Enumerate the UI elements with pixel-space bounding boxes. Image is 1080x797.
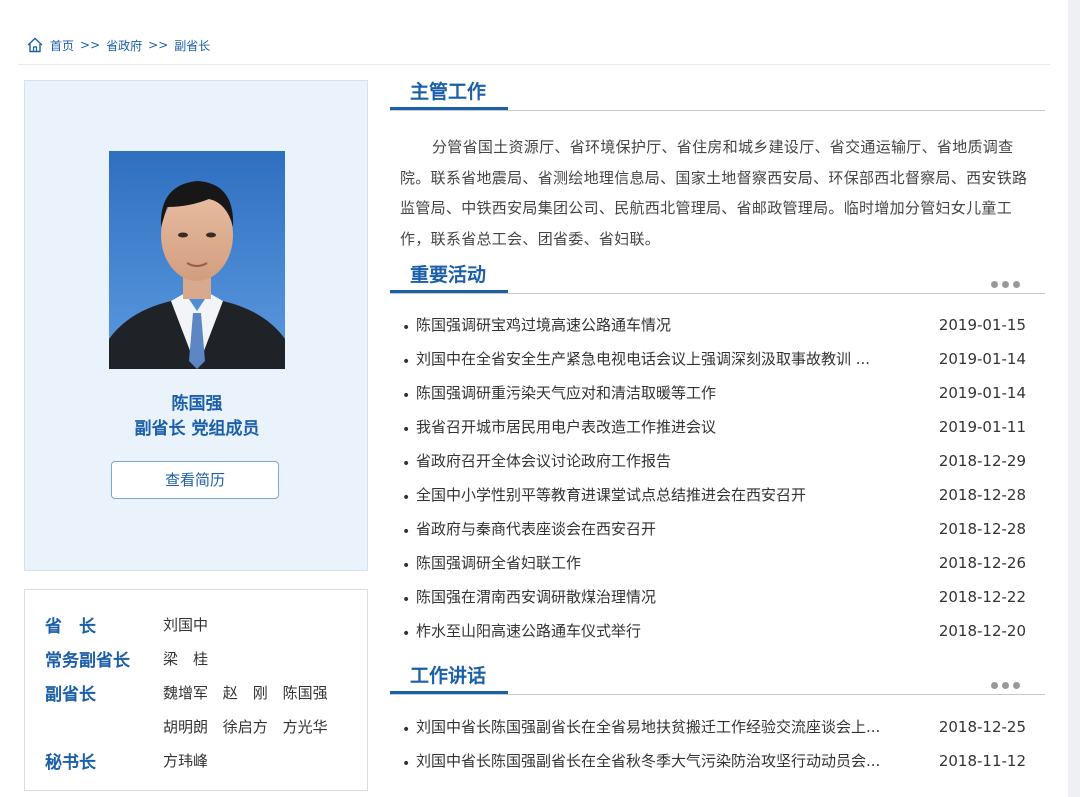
news-date: 2018-12-25: [938, 718, 1026, 736]
duty-section-header: 主管工作: [390, 78, 1045, 111]
speeches-heading: 工作讲话: [390, 662, 508, 694]
news-date: 2019-01-11: [938, 418, 1026, 436]
news-date: 2018-12-29: [938, 452, 1026, 470]
news-title-link[interactable]: 陈国强调研宝鸡过境高速公路通车情况: [416, 314, 671, 335]
leader-name-link[interactable]: 魏增军: [163, 684, 208, 702]
activities-heading: 重要活动: [390, 261, 508, 293]
breadcrumb-gov-link[interactable]: 省政府: [106, 37, 142, 54]
news-date: 2019-01-15: [938, 316, 1026, 334]
list-item[interactable]: • 陈国强调研宝鸡过境高速公路通车情况 2019-01-15: [402, 314, 1042, 348]
news-date: 2018-12-22: [938, 588, 1026, 606]
breadcrumb-current-link[interactable]: 副省长: [174, 37, 210, 54]
news-title-link[interactable]: 省政府与秦商代表座谈会在西安召开: [416, 518, 656, 539]
news-date: 2019-01-14: [938, 350, 1026, 368]
leader-names: 魏增军 赵 刚 陈国强: [163, 682, 338, 703]
news-title-link[interactable]: 刘国中省长陈国强副省长在全省易地扶贫搬迁工作经验交流座谈会上...: [416, 716, 880, 737]
profile-card: 陈国强 副省长 党组成员 查看简历: [24, 80, 368, 571]
leaders-panel: 省 长 刘国中 常务副省长 梁 桂 副省长 魏增军 赵 刚 陈国强 胡明朗 徐启…: [24, 589, 368, 791]
list-item[interactable]: • 刘国中在全省安全生产紧急电视电话会议上强调深刻汲取事故教训 ... 2019…: [402, 348, 1042, 382]
list-item[interactable]: • 陈国强在渭南西安调研散煤治理情况 2018-12-22: [402, 586, 1042, 620]
duty-text: 分管省国土资源厅、省环境保护厅、省住房和城乡建设厅、省交通运输厅、省地质调查院。…: [400, 138, 1028, 248]
more-dots-icon[interactable]: [991, 674, 1027, 689]
leader-names: 梁 桂: [163, 648, 218, 669]
news-title-link[interactable]: 柞水至山阳高速公路通车仪式举行: [416, 620, 641, 641]
leader-role: 秘书长: [45, 752, 96, 773]
bullet-icon: •: [402, 626, 411, 642]
news-title-link[interactable]: 陈国强调研全省妇联工作: [416, 552, 581, 573]
bullet-icon: •: [402, 388, 411, 404]
bullet-icon: •: [402, 422, 411, 438]
duty-heading: 主管工作: [390, 78, 508, 110]
news-title-link[interactable]: 刘国中在全省安全生产紧急电视电话会议上强调深刻汲取事故教训 ...: [416, 348, 870, 369]
bullet-icon: •: [402, 490, 411, 506]
portrait-photo: [109, 151, 285, 369]
more-dots-icon[interactable]: [991, 273, 1027, 288]
news-title-link[interactable]: 省政府召开全体会议讨论政府工作报告: [416, 450, 671, 471]
leader-names: 方玮峰: [163, 750, 218, 771]
breadcrumb-separator: >>: [148, 38, 169, 52]
list-item[interactable]: • 刘国中省长陈国强副省长在全省秋冬季大气污染防治攻坚行动动员会... 2018…: [402, 750, 1042, 784]
leader-name-link[interactable]: 徐启方: [223, 718, 268, 736]
view-resume-button[interactable]: 查看简历: [111, 461, 279, 499]
leader-name-link[interactable]: 梁 桂: [163, 650, 208, 668]
leader-name-link[interactable]: 胡明朗: [163, 718, 208, 736]
leader-name-link[interactable]: 方光华: [283, 718, 328, 736]
leader-name-link[interactable]: 刘国中: [163, 616, 208, 634]
news-title-link[interactable]: 我省召开城市居民用电户表改造工作推进会议: [416, 416, 716, 437]
list-item[interactable]: • 刘国中省长陈国强副省长在全省易地扶贫搬迁工作经验交流座谈会上... 2018…: [402, 716, 1042, 750]
leader-role: 省 长: [45, 616, 96, 637]
profile-name: 陈国强: [171, 394, 223, 414]
leader-names: 胡明朗 徐启方 方光华: [163, 716, 338, 737]
breadcrumb: 首页 >> 省政府 >> 副省长: [26, 34, 210, 56]
bullet-icon: •: [402, 592, 411, 608]
list-item[interactable]: • 我省召开城市居民用电户表改造工作推进会议 2019-01-11: [402, 416, 1042, 450]
news-title-link[interactable]: 全国中小学性别平等教育进课堂试点总结推进会在西安召开: [416, 484, 806, 505]
list-item[interactable]: • 陈国强调研重污染天气应对和清洁取暖等工作 2019-01-14: [402, 382, 1042, 416]
news-date: 2018-12-20: [938, 622, 1026, 640]
activities-section-header: 重要活动: [390, 261, 1045, 294]
news-title-link[interactable]: 刘国中省长陈国强副省长在全省秋冬季大气污染防治攻坚行动动员会...: [416, 750, 880, 771]
bullet-icon: •: [402, 456, 411, 472]
speeches-section-header: 工作讲话: [390, 662, 1045, 695]
home-icon[interactable]: [26, 36, 44, 54]
list-item[interactable]: • 陈国强调研全省妇联工作 2018-12-26: [402, 552, 1042, 586]
breadcrumb-separator: >>: [80, 38, 101, 52]
leader-name-link[interactable]: 方玮峰: [163, 752, 208, 770]
divider: [18, 64, 1050, 65]
list-item[interactable]: • 柞水至山阳高速公路通车仪式举行 2018-12-20: [402, 620, 1042, 654]
leader-role: 常务副省长: [45, 650, 130, 671]
bullet-icon: •: [402, 524, 411, 540]
list-item[interactable]: • 省政府召开全体会议讨论政府工作报告 2018-12-29: [402, 450, 1042, 484]
breadcrumb-home-link[interactable]: 首页: [50, 37, 74, 54]
bullet-icon: •: [402, 354, 411, 370]
list-item[interactable]: • 省政府与秦商代表座谈会在西安召开 2018-12-28: [402, 518, 1042, 552]
leader-role: 副省长: [45, 684, 96, 705]
news-title-link[interactable]: 陈国强在渭南西安调研散煤治理情况: [416, 586, 656, 607]
bullet-icon: •: [402, 756, 411, 772]
leader-name-link[interactable]: 陈国强: [283, 684, 328, 702]
leader-name-link[interactable]: 赵 刚: [223, 684, 268, 702]
news-date: 2019-01-14: [938, 384, 1026, 402]
news-date: 2018-12-26: [938, 554, 1026, 572]
news-date: 2018-11-12: [938, 752, 1026, 770]
bullet-icon: •: [402, 320, 411, 336]
list-item[interactable]: • 全国中小学性别平等教育进课堂试点总结推进会在西安召开 2018-12-28: [402, 484, 1042, 518]
news-title-link[interactable]: 陈国强调研重污染天气应对和清洁取暖等工作: [416, 382, 716, 403]
bullet-icon: •: [402, 722, 411, 738]
leader-names: 刘国中: [163, 614, 218, 635]
news-date: 2018-12-28: [938, 520, 1026, 538]
profile-title: 副省长 党组成员: [134, 419, 260, 439]
bullet-icon: •: [402, 558, 411, 574]
news-date: 2018-12-28: [938, 486, 1026, 504]
scrollbar[interactable]: [1068, 0, 1080, 797]
